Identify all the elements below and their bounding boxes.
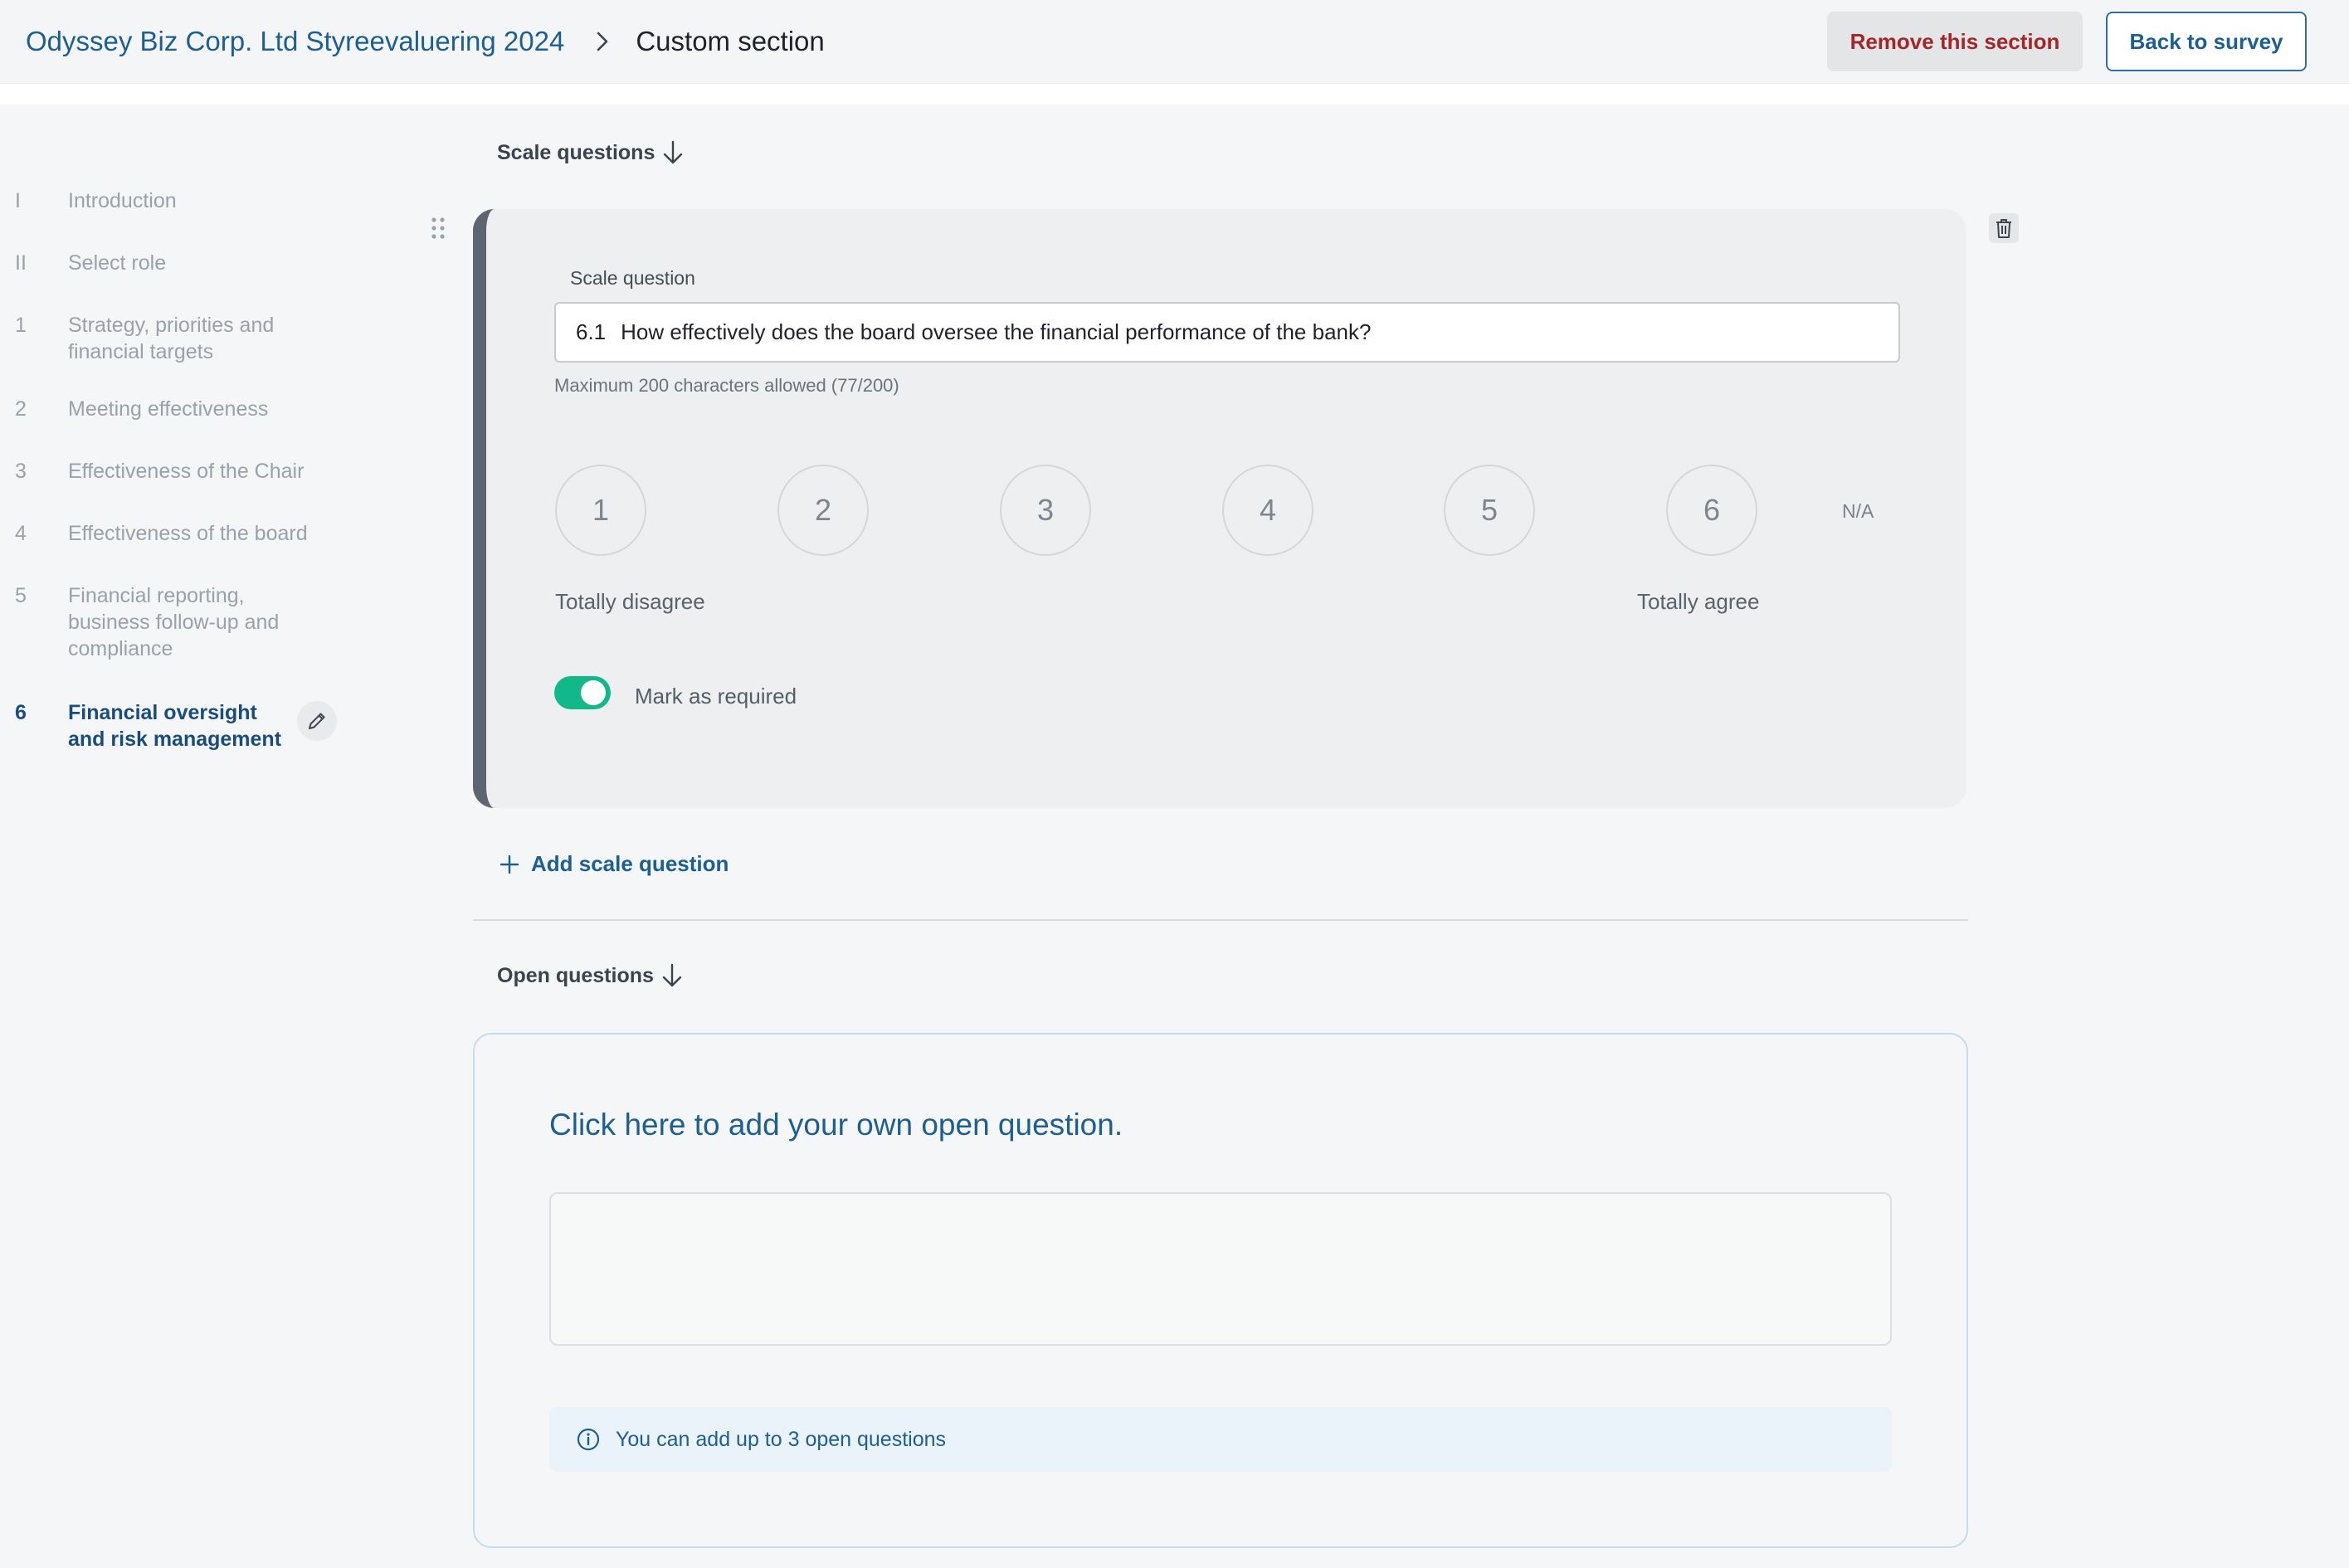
scale-questions-title: Scale questions <box>497 140 655 164</box>
sidebar-item-number: 4 <box>15 522 27 545</box>
sidebar-item-number: 2 <box>15 397 27 421</box>
pencil-icon <box>309 713 325 729</box>
sidebar-item-label: Financial oversight and risk management <box>68 701 282 751</box>
drag-handle-icon[interactable] <box>430 216 446 245</box>
scale-option-1[interactable]: 1 <box>555 465 646 556</box>
toggle-knob <box>581 680 606 705</box>
scale-option-3[interactable]: 3 <box>1000 465 1091 556</box>
scale-option-na[interactable]: N/A <box>1842 500 1874 523</box>
add-scale-question-label: Add scale question <box>531 851 729 876</box>
required-toggle-label: Mark as required <box>635 684 797 709</box>
add-open-question-prompt[interactable]: Click here to add your own open question… <box>549 1108 1123 1142</box>
sidebar-item-label: Introduction <box>68 189 177 212</box>
open-question-textarea[interactable] <box>549 1192 1892 1346</box>
scale-high-label: Totally agree <box>1637 589 1760 614</box>
sidebar-item-label: Meeting effectiveness <box>68 397 269 421</box>
sidebar-item-label: Effectiveness of the board <box>68 522 308 545</box>
trash-icon <box>1996 219 2011 238</box>
open-questions-title: Open questions <box>497 963 654 987</box>
remove-section-button[interactable]: Remove this section <box>1827 12 2083 71</box>
sidebar-item-number: I <box>15 189 21 212</box>
scale-question-input[interactable]: 6.1 How effectively does the board overs… <box>554 302 1900 363</box>
info-icon <box>577 1428 600 1451</box>
breadcrumb: Odyssey Biz Corp. Ltd Styreevaluering 20… <box>26 20 825 63</box>
edit-section-button[interactable] <box>297 701 337 741</box>
sidebar-item-number: 1 <box>15 314 27 337</box>
question-text: How effectively does the board oversee t… <box>621 319 1372 344</box>
open-questions-info-text: You can add up to 3 open questions <box>616 1427 947 1451</box>
sidebar-item-number: 5 <box>15 584 27 607</box>
character-count-hint: Maximum 200 characters allowed (77/200) <box>554 375 899 396</box>
header-divider <box>0 83 2349 105</box>
add-scale-question-button[interactable]: Add scale question <box>500 851 729 877</box>
scale-low-label: Totally disagree <box>555 589 705 614</box>
top-bar: Odyssey Biz Corp. Ltd Styreevaluering 20… <box>0 0 2349 84</box>
open-questions-info: You can add up to 3 open questions <box>549 1407 1892 1472</box>
required-toggle[interactable] <box>554 676 611 709</box>
sidebar-item-label: Effectiveness of the Chair <box>68 460 305 483</box>
sidebar-item-label: Financial reporting, business follow-up … <box>68 584 280 660</box>
sidebar-item-label: Strategy, priorities and financial targe… <box>68 314 275 363</box>
arrow-down-icon <box>664 140 683 164</box>
scale-questions-heading[interactable]: Scale questions <box>497 139 685 166</box>
plus-icon <box>500 855 519 874</box>
scale-option-6[interactable]: 6 <box>1666 465 1757 556</box>
breadcrumb-survey-link[interactable]: Odyssey Biz Corp. Ltd Styreevaluering 20… <box>26 26 564 57</box>
section-divider <box>473 919 1968 921</box>
sidebar-item-label: Select role <box>68 251 167 275</box>
sidebar-item-number: II <box>15 251 27 275</box>
scale-option-4[interactable]: 4 <box>1222 465 1313 556</box>
back-to-survey-button[interactable]: Back to survey <box>2106 12 2307 71</box>
scale-option-5[interactable]: 5 <box>1444 465 1535 556</box>
sidebar-item-number: 6 <box>15 701 27 724</box>
sidebar-item-number: 3 <box>15 460 27 483</box>
chevron-right-icon <box>596 31 609 52</box>
open-questions-heading[interactable]: Open questions <box>497 962 684 989</box>
scale-option-2[interactable]: 2 <box>777 465 869 556</box>
scale-question-label: Scale question <box>570 267 695 289</box>
arrow-down-icon <box>662 963 682 987</box>
question-number: 6.1 <box>576 319 607 344</box>
delete-question-button[interactable] <box>1989 213 2019 243</box>
breadcrumb-current: Custom section <box>636 26 825 56</box>
